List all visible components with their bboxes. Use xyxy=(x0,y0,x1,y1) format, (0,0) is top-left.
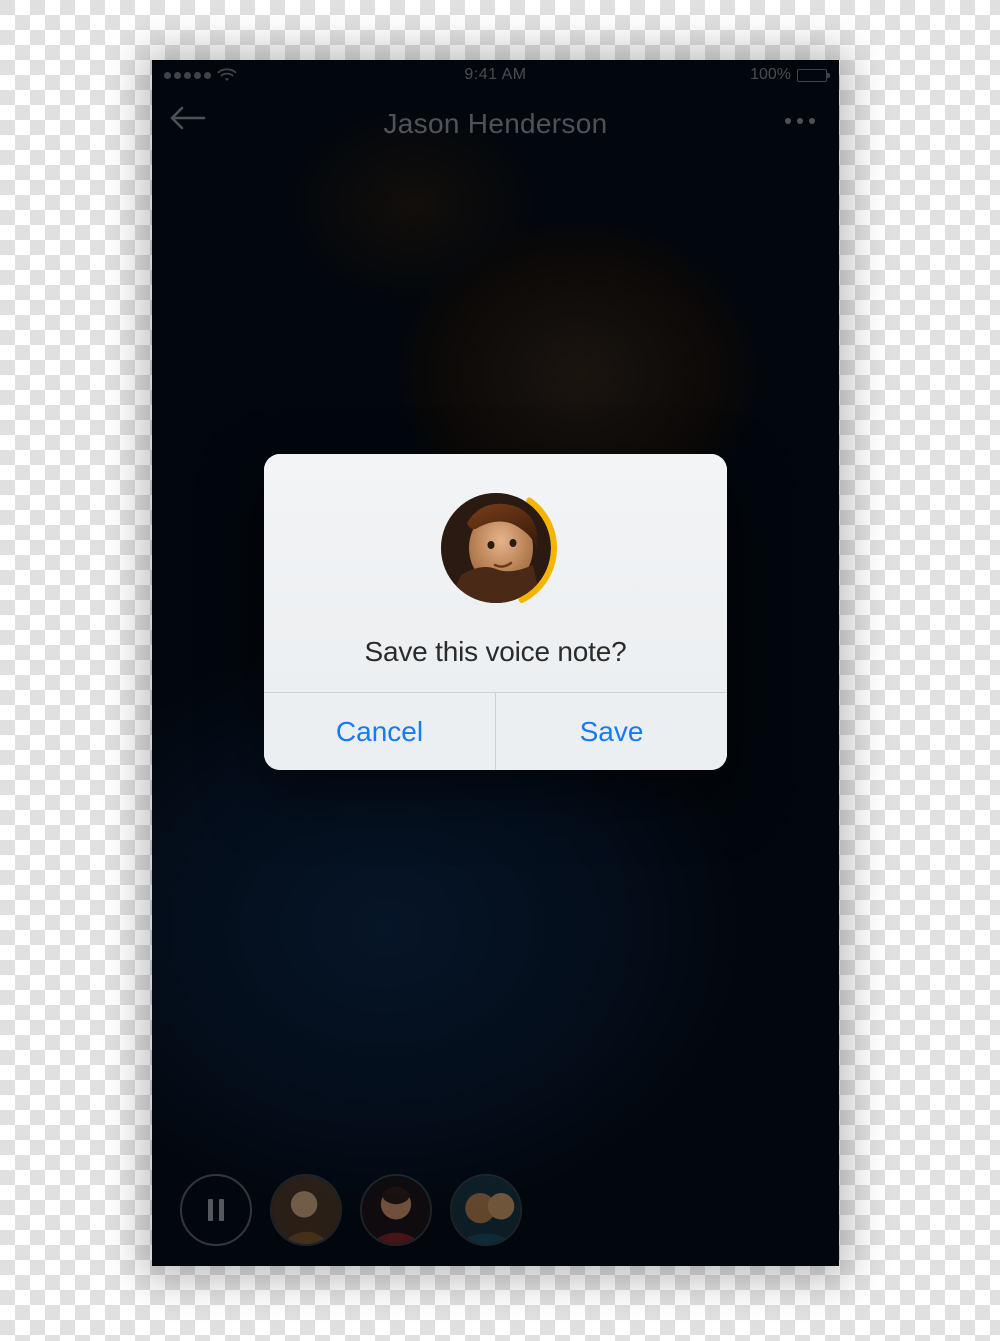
battery-icon xyxy=(797,69,827,82)
more-icon xyxy=(785,118,791,124)
pause-icon xyxy=(208,1199,224,1221)
more-button[interactable] xyxy=(785,118,815,124)
dialog-actions: Cancel Save xyxy=(264,692,727,770)
avatar-with-progress xyxy=(434,486,558,610)
bottom-strip xyxy=(152,1174,839,1246)
story-thumb-1[interactable] xyxy=(270,1174,342,1246)
progress-ring-icon xyxy=(434,486,558,610)
save-button[interactable]: Save xyxy=(496,693,727,770)
phone-screen: 9:41 AM 100% Jason Henderson xyxy=(152,60,839,1266)
save-voice-note-dialog: Save this voice note? Cancel Save xyxy=(264,454,727,770)
story-thumb-3[interactable] xyxy=(450,1174,522,1246)
dialog-message: Save this voice note? xyxy=(365,636,627,668)
page-title: Jason Henderson xyxy=(384,108,608,140)
status-bar: 9:41 AM 100% xyxy=(152,60,839,90)
cancel-button[interactable]: Cancel xyxy=(264,693,496,770)
pause-button[interactable] xyxy=(180,1174,252,1246)
status-time: 9:41 AM xyxy=(152,66,839,84)
nav-bar: Jason Henderson xyxy=(152,94,839,154)
story-thumb-2[interactable] xyxy=(360,1174,432,1246)
